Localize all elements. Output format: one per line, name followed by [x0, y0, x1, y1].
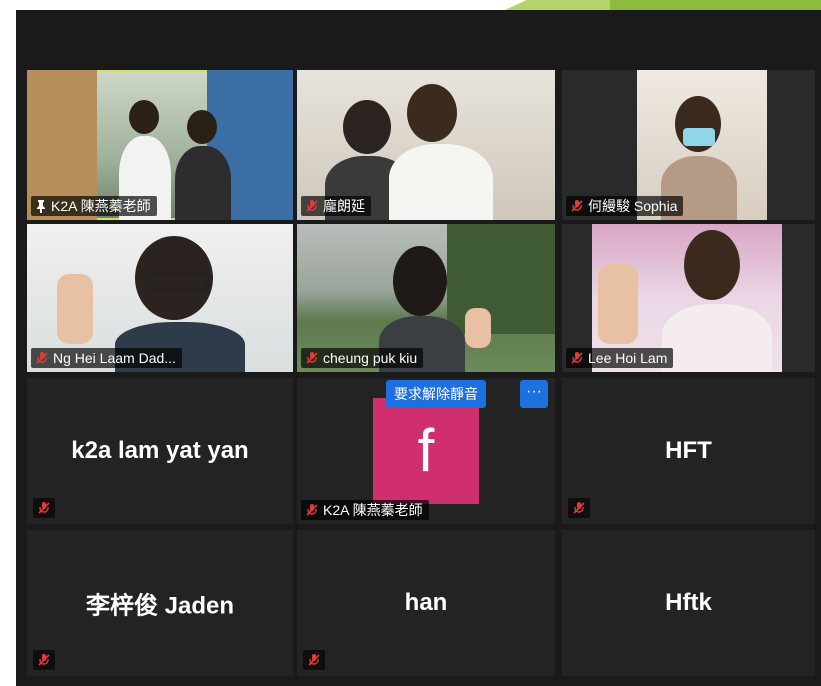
participant-name-label: 龐朗延 [301, 196, 371, 216]
participant-tile[interactable]: Hftk [562, 530, 815, 676]
more-icon: ··· [526, 383, 542, 400]
participant-tile[interactable]: 何縵駿 Sophia [562, 70, 815, 220]
profile-avatar: f [373, 398, 479, 504]
participant-tile[interactable]: 李梓俊 Jaden [27, 530, 293, 676]
mic-muted-icon [306, 200, 318, 212]
participant-tile[interactable]: HFT [562, 378, 815, 524]
participant-tile[interactable]: 龐朗延 [297, 70, 555, 220]
mic-muted-icon [308, 654, 320, 666]
mute-indicator [568, 498, 590, 518]
mic-muted-icon [306, 504, 318, 516]
participant-name-label: 何縵駿 Sophia [566, 196, 684, 216]
mic-muted-icon [38, 654, 50, 666]
mic-muted-icon [36, 352, 48, 364]
ask-to-unmute-button[interactable]: 要求解除靜音 [386, 380, 486, 408]
mic-muted-icon [573, 502, 585, 514]
participant-display-name: k2a lam yat yan [71, 437, 249, 464]
decor-shape-dark [610, 0, 821, 10]
participant-display-name: 李梓俊 Jaden [85, 592, 235, 620]
pin-icon [37, 200, 45, 213]
participant-name-label: K2A 陳燕蓁老師 [301, 500, 429, 520]
participant-display-name: HFT [665, 437, 712, 464]
participant-name-label: K2A 陳燕蓁老師 [31, 196, 157, 216]
more-options-button[interactable]: ··· [520, 380, 548, 408]
participant-name-label: Lee Hoi Lam [566, 348, 674, 368]
left-edge [0, 10, 16, 686]
mic-muted-icon [38, 502, 50, 514]
participant-tile[interactable]: K2A 陳燕蓁老師 [27, 70, 293, 220]
participant-display-name: han [404, 589, 448, 616]
mute-indicator [303, 650, 325, 670]
participant-name-label: Ng Hei Laam Dad... [31, 348, 182, 368]
participant-name-label: cheung puk kiu [301, 348, 424, 368]
mute-indicator [33, 498, 55, 518]
mic-muted-icon [571, 200, 583, 212]
participant-tile[interactable]: Lee Hoi Lam [562, 224, 815, 372]
participant-tile[interactable]: Ng Hei Laam Dad... [27, 224, 293, 372]
mic-muted-icon [571, 352, 583, 364]
mic-muted-icon [306, 352, 318, 364]
participant-display-name: Hftk [665, 589, 712, 616]
participant-tile[interactable]: cheung puk kiu [297, 224, 555, 372]
participant-tile[interactable]: han [297, 530, 555, 676]
mute-indicator [33, 650, 55, 670]
participant-tile[interactable]: k2a lam yat yan [27, 378, 293, 524]
